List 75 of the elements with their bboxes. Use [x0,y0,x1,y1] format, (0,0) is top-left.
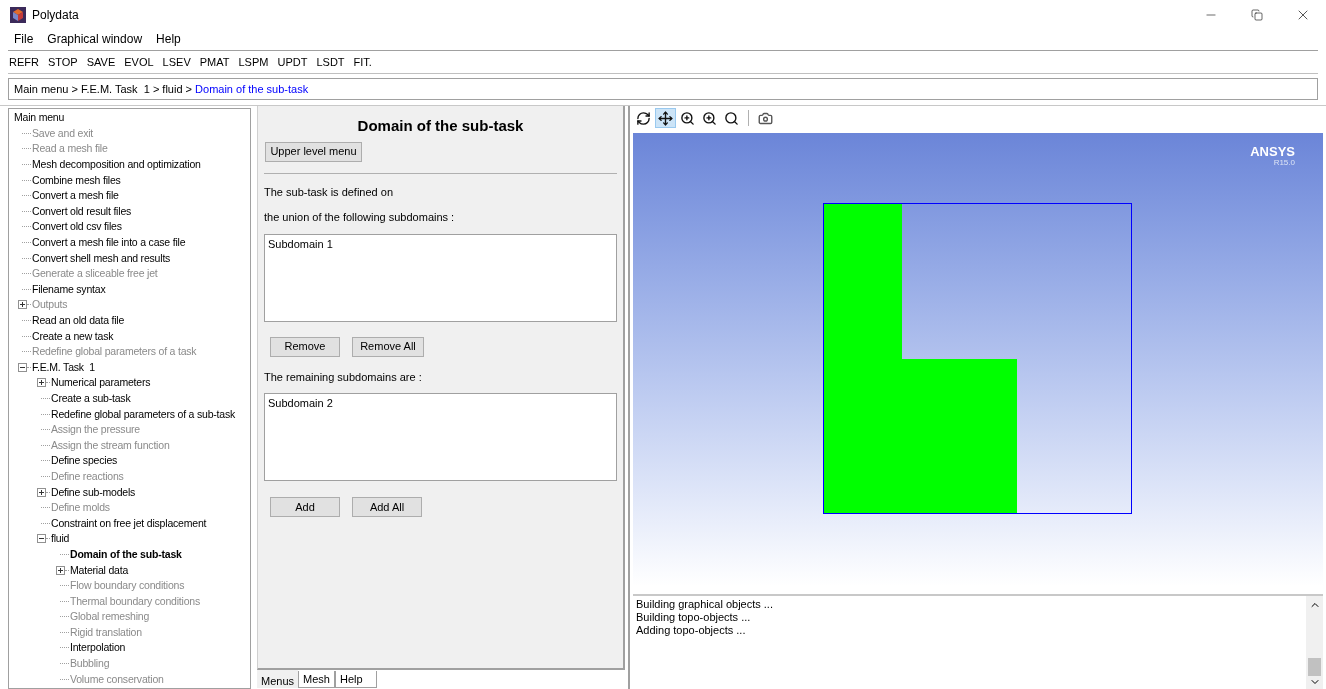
panel-button[interactable]: Remove [270,336,340,357]
log-line: Building graphical objects ... [636,598,774,611]
menu-item[interactable]: Help [150,29,187,48]
logo-text: ANSYS [1250,145,1295,158]
tree-item[interactable]: Read an old data file [32,314,125,327]
log-line: Adding topo-objects ... [636,624,747,637]
camera-icon [758,110,773,126]
tree-item[interactable]: Constraint on free jet displacement [51,516,207,530]
tree-item[interactable]: Convert old result files [32,204,132,218]
toolbar-button[interactable]: LSDT [316,53,345,71]
panel-title: Domain of the sub-task [356,116,525,136]
panel-button[interactable]: Remove All [352,336,424,357]
tree-item[interactable]: Define species [51,454,118,468]
panel-text: the union of the following subdomains : [264,210,456,225]
panel-button[interactable]: Add [270,497,340,517]
list-item[interactable]: Subdomain 2 [268,396,613,410]
zoom-in-icon [702,110,717,126]
tree-item[interactable]: Convert a mesh file [32,189,119,203]
toolbar-button[interactable]: UPDT [277,53,308,71]
window-title: Polydata [32,7,79,24]
breadcrumb-current[interactable]: Domain of the sub-task [195,80,309,98]
restore-icon [1251,9,1263,21]
scrollbar-thumb[interactable] [1308,658,1321,676]
panel-tab[interactable]: Help [334,671,377,688]
tree-item[interactable]: Main menu [14,111,65,125]
tree-item[interactable]: Redefine global parameters of a sub-task [51,407,236,421]
toolbar-button[interactable]: EVOL [124,53,154,71]
subdomain-list[interactable]: Subdomain 2 [264,393,617,481]
tree-item[interactable]: F.E.M. Task 1 [32,360,95,374]
toolbar-button[interactable]: REFR [9,53,39,71]
tree-item[interactable]: Filename syntax [32,282,106,296]
tree-item[interactable]: Mesh decomposition and optimization [32,158,201,172]
panel-tab[interactable]: Menus [257,670,299,688]
tree-item[interactable]: Define sub-models [51,485,136,499]
upper-level-button[interactable]: Upper level menu [265,141,362,162]
rotate-icon [636,110,651,126]
tree-item[interactable]: fluid [51,532,70,546]
subdomain-list[interactable]: Subdomain 1 [264,233,617,322]
version-text: R15.0 [1273,158,1295,167]
expand-icon[interactable] [37,487,46,497]
toolbar-button[interactable]: LSPM [238,53,269,71]
tree-item[interactable]: Create a sub-task [51,392,131,405]
search-icon [724,110,739,126]
expand-icon[interactable] [37,378,46,388]
move-icon [658,110,673,126]
panel-text: The sub-task is defined on [264,184,395,200]
toolbar-button[interactable]: PMAT [199,53,230,71]
tree-item[interactable]: Interpolation [70,641,126,655]
tree-item[interactable]: Domain of the sub-task [70,547,182,561]
collapse-icon[interactable] [37,534,46,544]
app-logo-icon [10,7,26,23]
scrollbar[interactable] [1306,596,1323,689]
tree-item[interactable]: Material data [70,563,129,577]
menu-item[interactable]: File [8,29,40,48]
panel-tab[interactable]: Mesh [298,671,335,688]
log-line: Building topo-objects ... [636,611,752,624]
tree-item[interactable]: Create a new task [32,329,114,343]
tree-item[interactable]: Convert old csv files [32,220,122,234]
zoom-in-icon [680,110,695,126]
tree-item[interactable]: Combine mesh files [32,173,121,187]
view-tool-button[interactable] [655,108,676,128]
toolbar-button[interactable]: FIT. [353,53,372,71]
tree-item[interactable]: Numerical parameters [51,376,151,390]
expand-icon[interactable] [56,565,65,575]
tree-item[interactable]: Convert shell mesh and results [32,251,171,265]
panel-text: The remaining subdomains are : [264,369,423,385]
toolbar-button[interactable]: LSEV [162,53,191,71]
menu-item[interactable]: Graphical window [41,29,149,48]
tree-item[interactable]: Convert a mesh file into a case file [32,236,186,250]
toolbar-button[interactable]: SAVE [86,53,116,71]
breadcrumb-path: Main menu > F.E.M. Task 1 > fluid > [14,81,194,97]
panel-button[interactable]: Add All [352,497,422,517]
collapse-icon[interactable] [18,362,27,372]
toolbar-button[interactable]: STOP [47,53,78,71]
list-item[interactable]: Subdomain 1 [268,236,613,251]
